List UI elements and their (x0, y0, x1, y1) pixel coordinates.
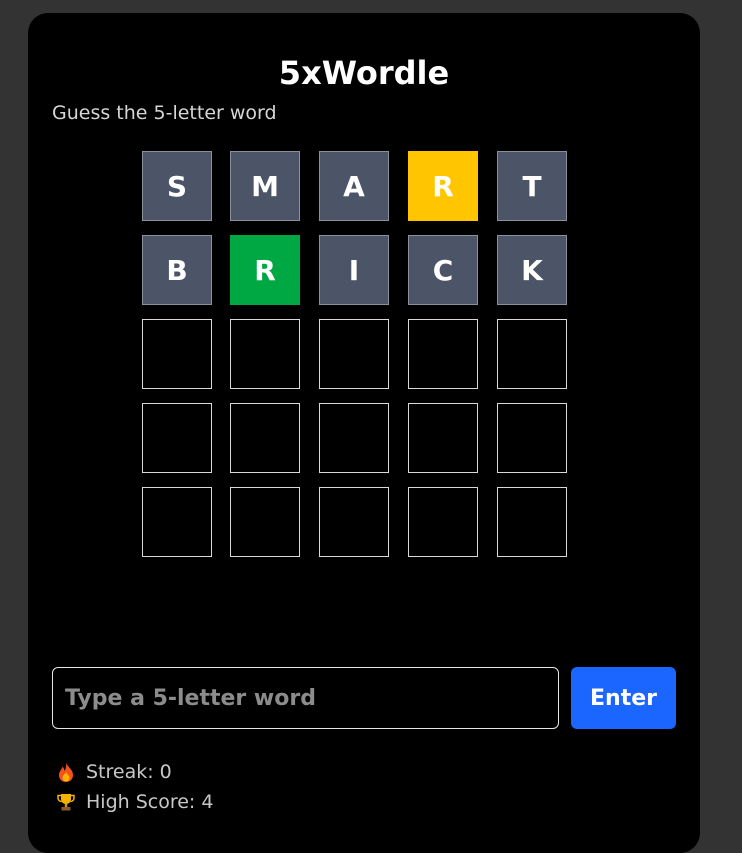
board-tile (142, 403, 212, 473)
board-tile (408, 487, 478, 557)
board-tile: K (497, 235, 567, 305)
streak-stat: Streak: 0 (54, 757, 213, 787)
board-tile (142, 319, 212, 389)
high-score-stat: High Score: 4 (54, 787, 213, 817)
fire-icon (54, 761, 78, 783)
streak-label: Streak: 0 (86, 761, 172, 783)
board-tile: M (230, 151, 300, 221)
board-tile (319, 319, 389, 389)
trophy-icon (54, 792, 78, 812)
board-tile (408, 319, 478, 389)
board-tile (408, 403, 478, 473)
board-tile: R (408, 151, 478, 221)
board-tile: C (408, 235, 478, 305)
board-tile (319, 487, 389, 557)
board-tile (319, 403, 389, 473)
page-title: 5xWordle (278, 54, 450, 92)
board-tile (497, 319, 567, 389)
game-card: 5xWordle Guess the 5-letter word SMARTBR… (28, 13, 700, 853)
board-tile: S (142, 151, 212, 221)
board-tile: B (142, 235, 212, 305)
board-tile: A (319, 151, 389, 221)
instructions-text: Guess the 5-letter word (52, 102, 277, 124)
board-tile (230, 403, 300, 473)
board-tile (497, 487, 567, 557)
board-tile: R (230, 235, 300, 305)
high-score-label: High Score: 4 (86, 791, 214, 813)
board-tile: T (497, 151, 567, 221)
stats-panel: Streak: 0 High Score: 4 (54, 757, 213, 817)
enter-button[interactable]: Enter (571, 667, 676, 729)
board-tile (230, 319, 300, 389)
board-tile: I (319, 235, 389, 305)
board-tile (230, 487, 300, 557)
board-tile (497, 403, 567, 473)
guess-input[interactable] (52, 667, 559, 729)
board-tile (142, 487, 212, 557)
